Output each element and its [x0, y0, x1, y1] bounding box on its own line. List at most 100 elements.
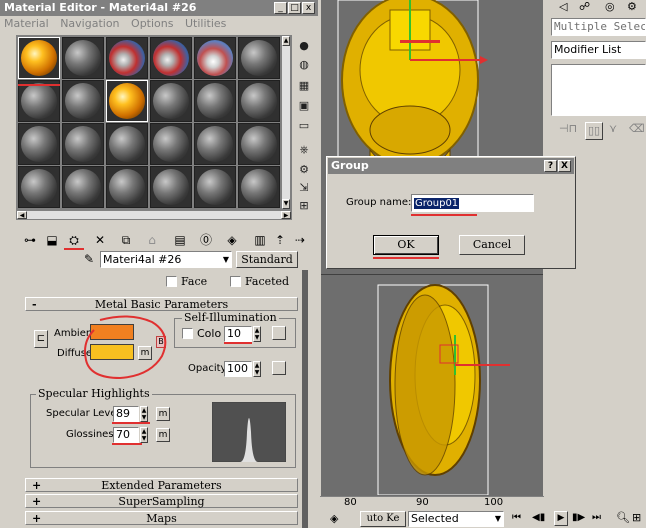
- sample-slot-9[interactable]: [106, 80, 148, 122]
- modifier-stack[interactable]: [551, 64, 646, 116]
- sample-slot-3[interactable]: [106, 37, 148, 79]
- key-filter-dropdown[interactable]: Selected ▼: [408, 511, 504, 527]
- maps-rollout[interactable]: + Maps: [25, 511, 298, 525]
- utilities-icon[interactable]: ⚙: [627, 0, 637, 13]
- group-close-button[interactable]: X: [558, 160, 571, 172]
- show-map-in-viewport-icon[interactable]: ◈: [224, 232, 240, 248]
- material-name-field[interactable]: Materi4al #26 ▼: [100, 251, 232, 268]
- sample-slot-5[interactable]: [194, 37, 236, 79]
- sample-slot-23[interactable]: [194, 166, 236, 208]
- specular-level-map-button[interactable]: m: [156, 407, 170, 421]
- go-forward-sibling-icon[interactable]: ⇢: [292, 232, 308, 248]
- material-effects-channel-icon[interactable]: ⓪: [198, 232, 214, 248]
- make-copy-icon[interactable]: ⧉: [118, 232, 134, 248]
- scroll-down-button[interactable]: ▼: [282, 199, 290, 209]
- backlight-icon[interactable]: ◍: [296, 57, 312, 73]
- self-illum-spinner[interactable]: ▲ ▼: [253, 326, 261, 342]
- pin-stack-icon[interactable]: ⊣⊓: [559, 122, 577, 135]
- opacity-spinner[interactable]: ▲ ▼: [253, 361, 261, 377]
- snap-icon[interactable]: ◈: [330, 512, 338, 525]
- command-tabs[interactable]: ◁ ☍ ◎ ⚙: [549, 0, 646, 14]
- scroll-up-button[interactable]: ▲: [282, 36, 290, 46]
- sample-type-icon[interactable]: ●: [296, 38, 312, 54]
- sample-slot-8[interactable]: [62, 80, 104, 122]
- supersampling-rollout[interactable]: + SuperSampling: [25, 494, 298, 508]
- options-icon[interactable]: ⚙: [296, 162, 312, 178]
- extended-parameters-rollout[interactable]: + Extended Parameters: [25, 478, 298, 492]
- make-preview-icon[interactable]: ⎈: [296, 142, 312, 158]
- self-illum-map-button[interactable]: [272, 326, 286, 340]
- assign-to-selection-icon[interactable]: ⛭: [66, 232, 82, 248]
- face-checkbox[interactable]: [166, 276, 177, 287]
- sample-slot-17[interactable]: [194, 123, 236, 165]
- material-navigator-icon[interactable]: ⊞: [296, 198, 312, 214]
- minimize-button[interactable]: _: [274, 2, 287, 14]
- background-icon[interactable]: ▦: [296, 78, 312, 94]
- material-type-button[interactable]: Standard: [236, 251, 298, 268]
- modifier-list-dropdown[interactable]: Modifier List: [551, 41, 646, 59]
- material-name-dropdown-icon[interactable]: ▼: [223, 252, 229, 267]
- sample-slot-13[interactable]: [18, 123, 60, 165]
- slots-scrollbar-vertical[interactable]: ▲ ▼: [281, 35, 291, 210]
- metal-basic-parameters-rollout[interactable]: - Metal Basic Parameters: [25, 297, 298, 311]
- menu-options[interactable]: Options: [131, 17, 173, 30]
- glossiness-field[interactable]: 70: [113, 427, 139, 443]
- sample-slot-11[interactable]: [194, 80, 236, 122]
- scroll-right-button[interactable]: ▶: [281, 211, 291, 219]
- show-end-result-icon[interactable]: ▯▯: [585, 122, 603, 140]
- specular-level-spinner[interactable]: ▲ ▼: [140, 406, 148, 422]
- hierarchy-icon[interactable]: ☍: [579, 0, 590, 13]
- specular-level-field[interactable]: 89: [113, 406, 139, 422]
- go-to-parent-icon[interactable]: ⇡: [272, 232, 288, 248]
- sample-slot-24[interactable]: [238, 166, 280, 208]
- menu-navigation[interactable]: Navigation: [60, 17, 119, 30]
- previous-frame-icon[interactable]: ◀▮: [532, 512, 545, 523]
- sample-slot-19[interactable]: [18, 166, 60, 208]
- pick-material-icon[interactable]: ✎: [84, 252, 94, 266]
- sample-slot-22[interactable]: [150, 166, 192, 208]
- sample-slot-12[interactable]: [238, 80, 280, 122]
- get-material-icon[interactable]: ⊶: [22, 232, 38, 248]
- parameters-scrollbar[interactable]: [302, 270, 308, 528]
- sample-slot-10[interactable]: [150, 80, 192, 122]
- glossiness-map-button[interactable]: m: [156, 428, 170, 442]
- show-end-result-mat-icon[interactable]: ▥: [252, 232, 268, 248]
- group-ok-button[interactable]: OK: [373, 235, 439, 255]
- motion-icon[interactable]: ◎: [605, 0, 615, 13]
- selection-name-field[interactable]: Multiple Selecte: [551, 18, 646, 36]
- group-help-button[interactable]: ?: [544, 160, 557, 172]
- zoom-icon[interactable]: 🔍︎: [616, 511, 630, 524]
- lock-ambient-diffuse-icon[interactable]: ⊏: [34, 330, 48, 348]
- make-unique-icon[interactable]: ⋎: [609, 122, 617, 135]
- self-illum-color-checkbox[interactable]: [182, 328, 193, 339]
- sample-uv-tiling-icon[interactable]: ▣: [296, 98, 312, 114]
- put-to-library-icon[interactable]: ▤: [172, 232, 188, 248]
- slots-scrollbar-horizontal[interactable]: ◀ ▶: [16, 210, 292, 220]
- opacity-value-field[interactable]: 100: [224, 361, 252, 377]
- remove-modifier-icon[interactable]: ⌫: [629, 122, 645, 135]
- scroll-left-button[interactable]: ◀: [17, 211, 27, 219]
- sample-slot-21[interactable]: [106, 166, 148, 208]
- video-color-check-icon[interactable]: ▭: [296, 118, 312, 134]
- maximize-button[interactable]: □: [288, 2, 301, 14]
- glossiness-spinner[interactable]: ▲ ▼: [140, 427, 148, 443]
- auto-key-button[interactable]: uto Ke: [360, 511, 406, 527]
- opacity-map-button[interactable]: [272, 361, 286, 375]
- self-illum-value-field[interactable]: 10: [224, 326, 252, 342]
- play-icon[interactable]: ▶: [554, 511, 568, 526]
- emblem-object-bottom[interactable]: [370, 275, 520, 495]
- go-to-start-icon[interactable]: ⏮: [512, 512, 521, 523]
- menu-utilities[interactable]: Utilities: [185, 17, 226, 30]
- make-unique-mat-icon[interactable]: ⌂: [144, 232, 160, 248]
- sample-slot-16[interactable]: [150, 123, 192, 165]
- material-editor-titlebar[interactable]: Material Editor - Materi4al #26: [0, 0, 318, 16]
- put-to-scene-icon[interactable]: ⬓: [44, 232, 60, 248]
- faceted-checkbox[interactable]: [230, 276, 241, 287]
- go-to-end-icon[interactable]: ⏭: [592, 512, 601, 523]
- sample-slot-6[interactable]: [238, 37, 280, 79]
- sample-slot-14[interactable]: [62, 123, 104, 165]
- sample-slot-7[interactable]: [18, 80, 60, 122]
- display-icon[interactable]: ◁: [559, 0, 567, 13]
- menu-material[interactable]: Material: [4, 17, 49, 30]
- reset-map-icon[interactable]: ✕: [92, 232, 108, 248]
